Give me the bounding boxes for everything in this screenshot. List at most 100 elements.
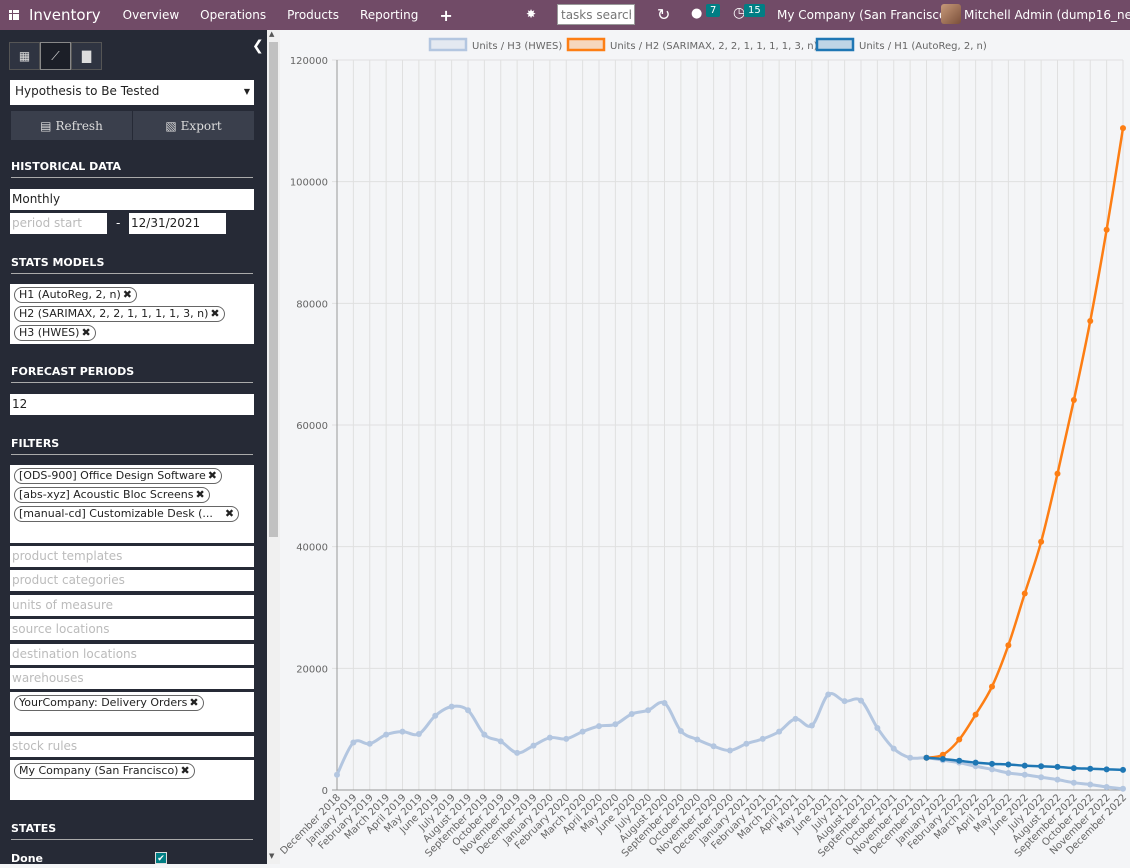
company-tagbox[interactable]: My Company (San Francisco) ✖ <box>10 760 254 800</box>
table-view-button[interactable]: ▦ <box>9 42 40 70</box>
model-tag: H1 (AutoReg, 2, n) ✖ <box>14 287 137 303</box>
data-point <box>1087 317 1094 324</box>
legend-swatch <box>566 37 606 52</box>
export-button[interactable]: ▧ Export <box>133 111 254 140</box>
scroll-down-arrow-icon[interactable]: ▼ <box>269 852 274 860</box>
destination-locations-input[interactable]: destination locations <box>10 644 254 665</box>
tasks-search-input[interactable] <box>557 4 635 25</box>
data-point <box>628 710 635 717</box>
operation-tag: YourCompany: Delivery Orders ✖ <box>14 695 204 711</box>
stats-models-tagbox[interactable]: H1 (AutoReg, 2, n) ✖ H2 (SARIMAX, 2, 2, 1… <box>10 284 254 344</box>
data-point <box>1005 769 1012 776</box>
sidebar-scrollbar[interactable]: ▲ ▼ <box>267 30 280 864</box>
data-point <box>1021 762 1028 769</box>
remove-tag-icon[interactable]: ✖ <box>210 307 219 320</box>
data-point <box>989 683 995 690</box>
chat-icon[interactable]: ● <box>691 6 702 21</box>
data-point <box>448 703 455 710</box>
bar-chart-view-button[interactable]: ▇ <box>71 42 102 70</box>
data-point <box>1054 776 1061 783</box>
data-point <box>1103 226 1110 233</box>
user-avatar[interactable] <box>941 4 961 24</box>
data-point <box>1087 765 1094 772</box>
data-point <box>972 711 979 718</box>
product-categories-input[interactable]: product categories <box>10 570 254 591</box>
remove-tag-icon[interactable]: ✖ <box>123 288 132 301</box>
data-point <box>1038 774 1045 781</box>
products-tagbox[interactable]: [ODS-900] Office Design Software ✖ [abs-x… <box>10 465 254 543</box>
data-point <box>1021 771 1028 778</box>
legend-swatch <box>428 37 468 52</box>
debug-bug-icon[interactable]: ✸ <box>526 7 536 21</box>
refresh-button[interactable]: ▤ Refresh <box>11 111 132 140</box>
caret-down-icon: ▼ <box>243 87 250 96</box>
data-point <box>956 757 963 764</box>
data-point <box>1103 783 1110 790</box>
data-point <box>514 749 521 756</box>
refresh-label: Refresh <box>55 118 103 133</box>
remove-tag-icon[interactable]: ✖ <box>195 488 204 501</box>
data-point <box>497 738 504 745</box>
warehouses-input[interactable]: warehouses <box>10 668 254 689</box>
data-point <box>1054 763 1061 770</box>
product-tag: [abs-xyz] Acoustic Bloc Screens ✖ <box>14 487 210 503</box>
data-point <box>1038 763 1045 770</box>
model-tag: H2 (SARIMAX, 2, 2, 1, 1, 1, 1, 3, n) ✖ <box>14 306 225 322</box>
data-point <box>546 734 553 741</box>
model-tag: H3 (HWES) ✖ <box>14 325 96 341</box>
source-locations-input[interactable]: source locations <box>10 619 254 640</box>
legend-label: Units / H3 (HWES) <box>472 41 562 52</box>
done-state-checkbox[interactable]: ✔ <box>155 852 167 864</box>
menu-products[interactable]: Products <box>287 8 339 22</box>
data-point <box>334 771 340 778</box>
menu-operations[interactable]: Operations <box>200 8 266 22</box>
y-tick-label: 100000 <box>290 178 328 189</box>
units-of-measure-input[interactable]: units of measure <box>10 595 254 616</box>
collapse-chevron-icon[interactable]: ❮ <box>252 38 264 54</box>
remove-tag-icon[interactable]: ✖ <box>180 764 189 777</box>
scroll-up-arrow-icon[interactable]: ▲ <box>269 30 274 38</box>
data-point <box>350 739 357 746</box>
company-switcher[interactable]: My Company (San Francisco) <box>777 8 951 22</box>
data-point <box>465 707 471 714</box>
remove-tag-icon[interactable]: ✖ <box>81 326 90 339</box>
user-menu[interactable]: Mitchell Admin (dump16_new) <box>964 8 1130 22</box>
data-point <box>694 736 701 743</box>
data-point <box>1087 781 1094 788</box>
data-point <box>776 728 783 735</box>
data-point <box>1054 470 1061 477</box>
data-point <box>939 755 946 762</box>
product-tag-label: [ODS-900] Office Design Software <box>19 469 206 482</box>
sync-icon[interactable]: ↻ <box>657 5 670 24</box>
add-menu-button[interactable]: + <box>439 6 452 25</box>
product-tag: [ODS-900] Office Design Software ✖ <box>14 468 222 484</box>
remove-tag-icon[interactable]: ✖ <box>189 696 198 709</box>
scroll-thumb[interactable] <box>269 42 278 537</box>
menu-overview[interactable]: Overview <box>123 8 180 22</box>
legend-label: Units / H1 (AutoReg, 2, n) <box>859 41 987 52</box>
remove-tag-icon[interactable]: ✖ <box>208 469 217 482</box>
apps-menu-icon[interactable] <box>9 10 19 20</box>
period-start-input[interactable]: period start <box>10 213 107 234</box>
data-point <box>1021 590 1028 597</box>
forecast-sidebar: ❮ ▦ ⟋ ▇ Hypothesis to Be Tested ▼ ▤ Refre… <box>0 30 267 864</box>
remove-tag-icon[interactable]: ✖ <box>225 507 234 520</box>
data-point <box>874 724 881 731</box>
view-switcher: ▦ ⟋ ▇ <box>9 42 102 70</box>
forecast-periods-input[interactable]: 12 <box>10 394 254 415</box>
product-templates-input[interactable]: product templates <box>10 546 254 567</box>
stock-rules-input[interactable]: stock rules <box>10 736 254 757</box>
hypothesis-select[interactable]: Hypothesis to Be Tested ▼ <box>10 80 254 105</box>
app-name[interactable]: Inventory <box>29 6 101 24</box>
line-chart-view-button[interactable]: ⟋ <box>40 42 71 70</box>
data-point <box>1120 125 1126 132</box>
operation-type-tagbox[interactable]: YourCompany: Delivery Orders ✖ <box>10 692 254 732</box>
period-end-input[interactable]: 12/31/2021 <box>129 213 226 234</box>
data-point <box>645 707 652 714</box>
table-icon: ▦ <box>18 49 31 63</box>
data-point <box>596 723 602 730</box>
data-point <box>677 727 684 734</box>
menu-reporting[interactable]: Reporting <box>360 8 418 22</box>
y-tick-label: 40000 <box>296 543 328 554</box>
period-type-field[interactable]: Monthly <box>10 189 254 210</box>
